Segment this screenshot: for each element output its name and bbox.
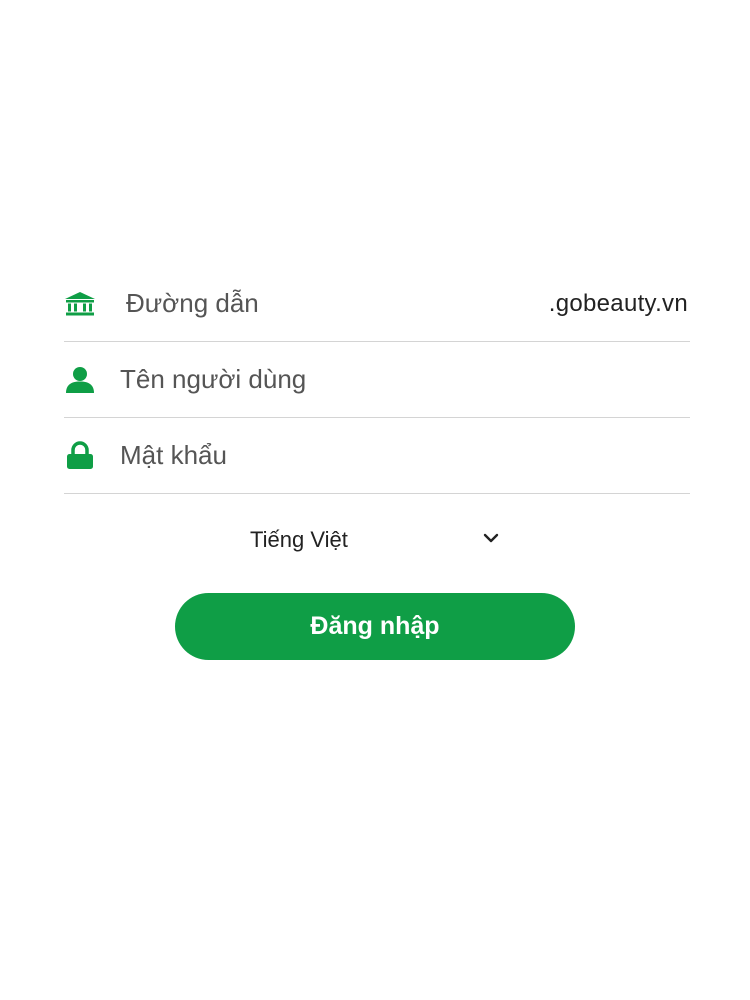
login-form: .gobeauty.vn: [64, 266, 690, 494]
login-button[interactable]: Đăng nhập: [175, 593, 575, 660]
domain-suffix: .gobeauty.vn: [548, 289, 688, 317]
password-row: [64, 418, 690, 494]
lock-icon: [64, 440, 96, 472]
username-row: [64, 342, 690, 418]
login-screen: .gobeauty.vn Tiếng Việt: [0, 0, 750, 1000]
password-input[interactable]: [120, 418, 690, 493]
url-row: .gobeauty.vn: [64, 266, 690, 342]
username-input[interactable]: [120, 342, 690, 417]
language-label: Tiếng Việt: [250, 527, 348, 552]
language-select[interactable]: Tiếng Việt: [250, 522, 500, 558]
url-input[interactable]: [126, 266, 510, 341]
bank-icon: [64, 288, 96, 320]
chevron-down-icon: [482, 531, 500, 549]
user-icon: [64, 364, 96, 396]
